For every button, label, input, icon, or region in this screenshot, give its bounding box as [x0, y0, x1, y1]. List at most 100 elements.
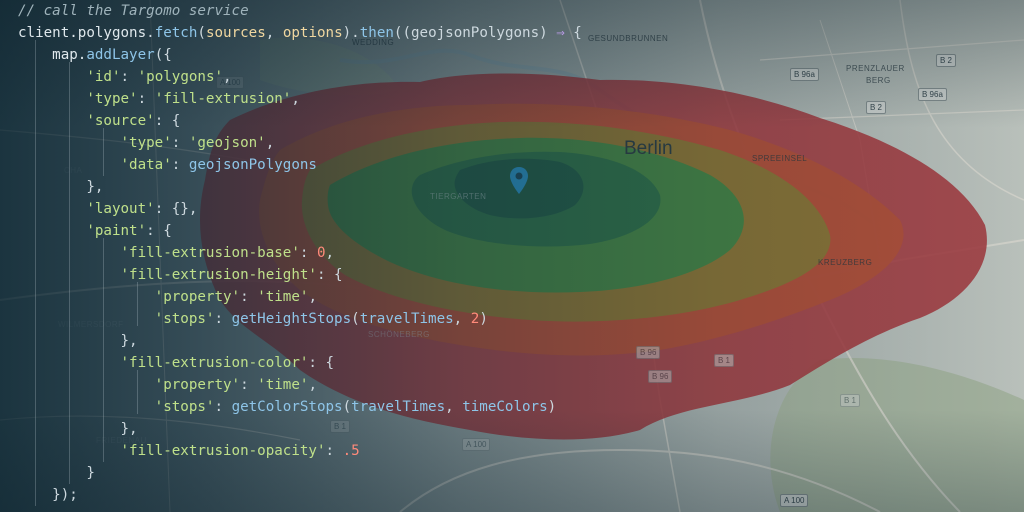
code-token: ,	[308, 377, 317, 393]
code-token: 'property'	[154, 289, 241, 305]
code-token: map.	[18, 47, 87, 63]
code-token: ((geojsonPolygons)	[393, 25, 557, 41]
code-line: 'type': 'geojson',	[18, 132, 275, 154]
code-token: 'paint'	[86, 223, 147, 239]
code-token: 'id'	[86, 69, 121, 85]
code-token: : {	[154, 113, 181, 129]
code-token: (	[197, 25, 206, 41]
code-line: },	[18, 330, 138, 352]
code-token: 'data'	[120, 157, 172, 173]
district-label-kreuzberg: KREUZBERG	[818, 258, 873, 267]
code-token: .5	[342, 443, 360, 459]
code-token: },	[18, 421, 138, 437]
code-token: (	[342, 399, 352, 415]
code-token: // call the Targomo service	[18, 3, 249, 19]
code-token: options	[282, 25, 343, 41]
code-token: 'layout'	[86, 201, 155, 217]
code-token: fetch	[154, 25, 198, 41]
code-token: 'stops'	[154, 399, 215, 415]
code-token: ,	[445, 399, 463, 415]
code-token: :	[325, 443, 343, 459]
code-token: },	[18, 179, 104, 195]
code-token: timeColors	[462, 399, 548, 415]
code-line: 'fill-extrusion-color': {	[18, 352, 335, 374]
code-token: :	[214, 311, 232, 327]
code-line: 'stops': getHeightStops(travelTimes, 2)	[18, 308, 488, 330]
code-line: 'property': 'time',	[18, 374, 317, 396]
code-token: 'fill-extrusion'	[154, 91, 292, 107]
code-token: geojsonPolygons	[188, 157, 317, 173]
code-snippet: // call the Targomo service client.polygo…	[18, 0, 718, 512]
code-token: : {	[308, 355, 335, 371]
code-line: 'property': 'time',	[18, 286, 317, 308]
code-token: 'polygons'	[137, 69, 224, 85]
code-token: ⇒	[556, 25, 565, 41]
code-token: 'geojson'	[188, 135, 266, 151]
code-token: : {	[316, 267, 343, 283]
code-line: map.addLayer({	[18, 44, 172, 66]
code-token: getColorStops	[231, 399, 343, 415]
code-line: 'source': {	[18, 110, 180, 132]
code-line: 'type': 'fill-extrusion',	[18, 88, 300, 110]
road-shield-b1-right: B 1	[840, 394, 861, 407]
code-token: ,	[223, 69, 232, 85]
code-token: 'time'	[257, 289, 309, 305]
code-token: 'type'	[86, 91, 138, 107]
code-token: :	[171, 157, 189, 173]
code-token: (	[351, 311, 360, 327]
code-token: },	[18, 333, 138, 349]
code-token: :	[240, 289, 258, 305]
code-token: 0	[316, 245, 326, 261]
code-line: 'id': 'polygons',	[18, 66, 232, 88]
code-token: ,	[265, 25, 283, 41]
code-line: },	[18, 418, 138, 440]
code-line: },	[18, 176, 103, 198]
code-token: sources	[205, 25, 266, 41]
code-token: ,	[265, 135, 275, 151]
code-token: :	[120, 69, 138, 85]
code-token: :	[214, 399, 232, 415]
code-token: ({	[154, 47, 172, 63]
code-token: 'source'	[86, 113, 155, 129]
code-token: travelTimes	[351, 399, 446, 415]
code-token: 'fill-extrusion-base'	[120, 245, 300, 261]
code-token: }	[18, 465, 95, 481]
code-token: )	[547, 399, 557, 415]
code-token: getHeightStops	[231, 311, 352, 327]
code-token: :	[240, 377, 258, 393]
code-token: 'fill-extrusion-height'	[120, 267, 317, 283]
code-token: then	[359, 25, 394, 41]
code-token: ,	[325, 245, 335, 261]
code-token: 'fill-extrusion-opacity'	[120, 443, 326, 459]
code-token: ,	[291, 91, 300, 107]
code-token: :	[299, 245, 317, 261]
code-token: polygons	[77, 25, 147, 41]
district-label-prenzlauer: PRENZLAUER	[846, 64, 905, 73]
code-token: });	[18, 487, 78, 503]
code-token: 'type'	[120, 135, 172, 151]
code-token: ,	[453, 311, 471, 327]
code-token: :	[171, 135, 189, 151]
code-token: : {	[146, 223, 172, 239]
code-line: 'fill-extrusion-opacity': .5	[18, 440, 360, 462]
road-shield-a100-bottom: A 100	[780, 494, 809, 507]
road-shield-b96a-mid: B 96a	[918, 88, 947, 101]
code-line: 'layout': {},	[18, 198, 197, 220]
code-token: : {},	[154, 201, 198, 217]
district-label-berg: BERG	[866, 76, 891, 85]
code-line: 'paint': {	[18, 220, 172, 242]
